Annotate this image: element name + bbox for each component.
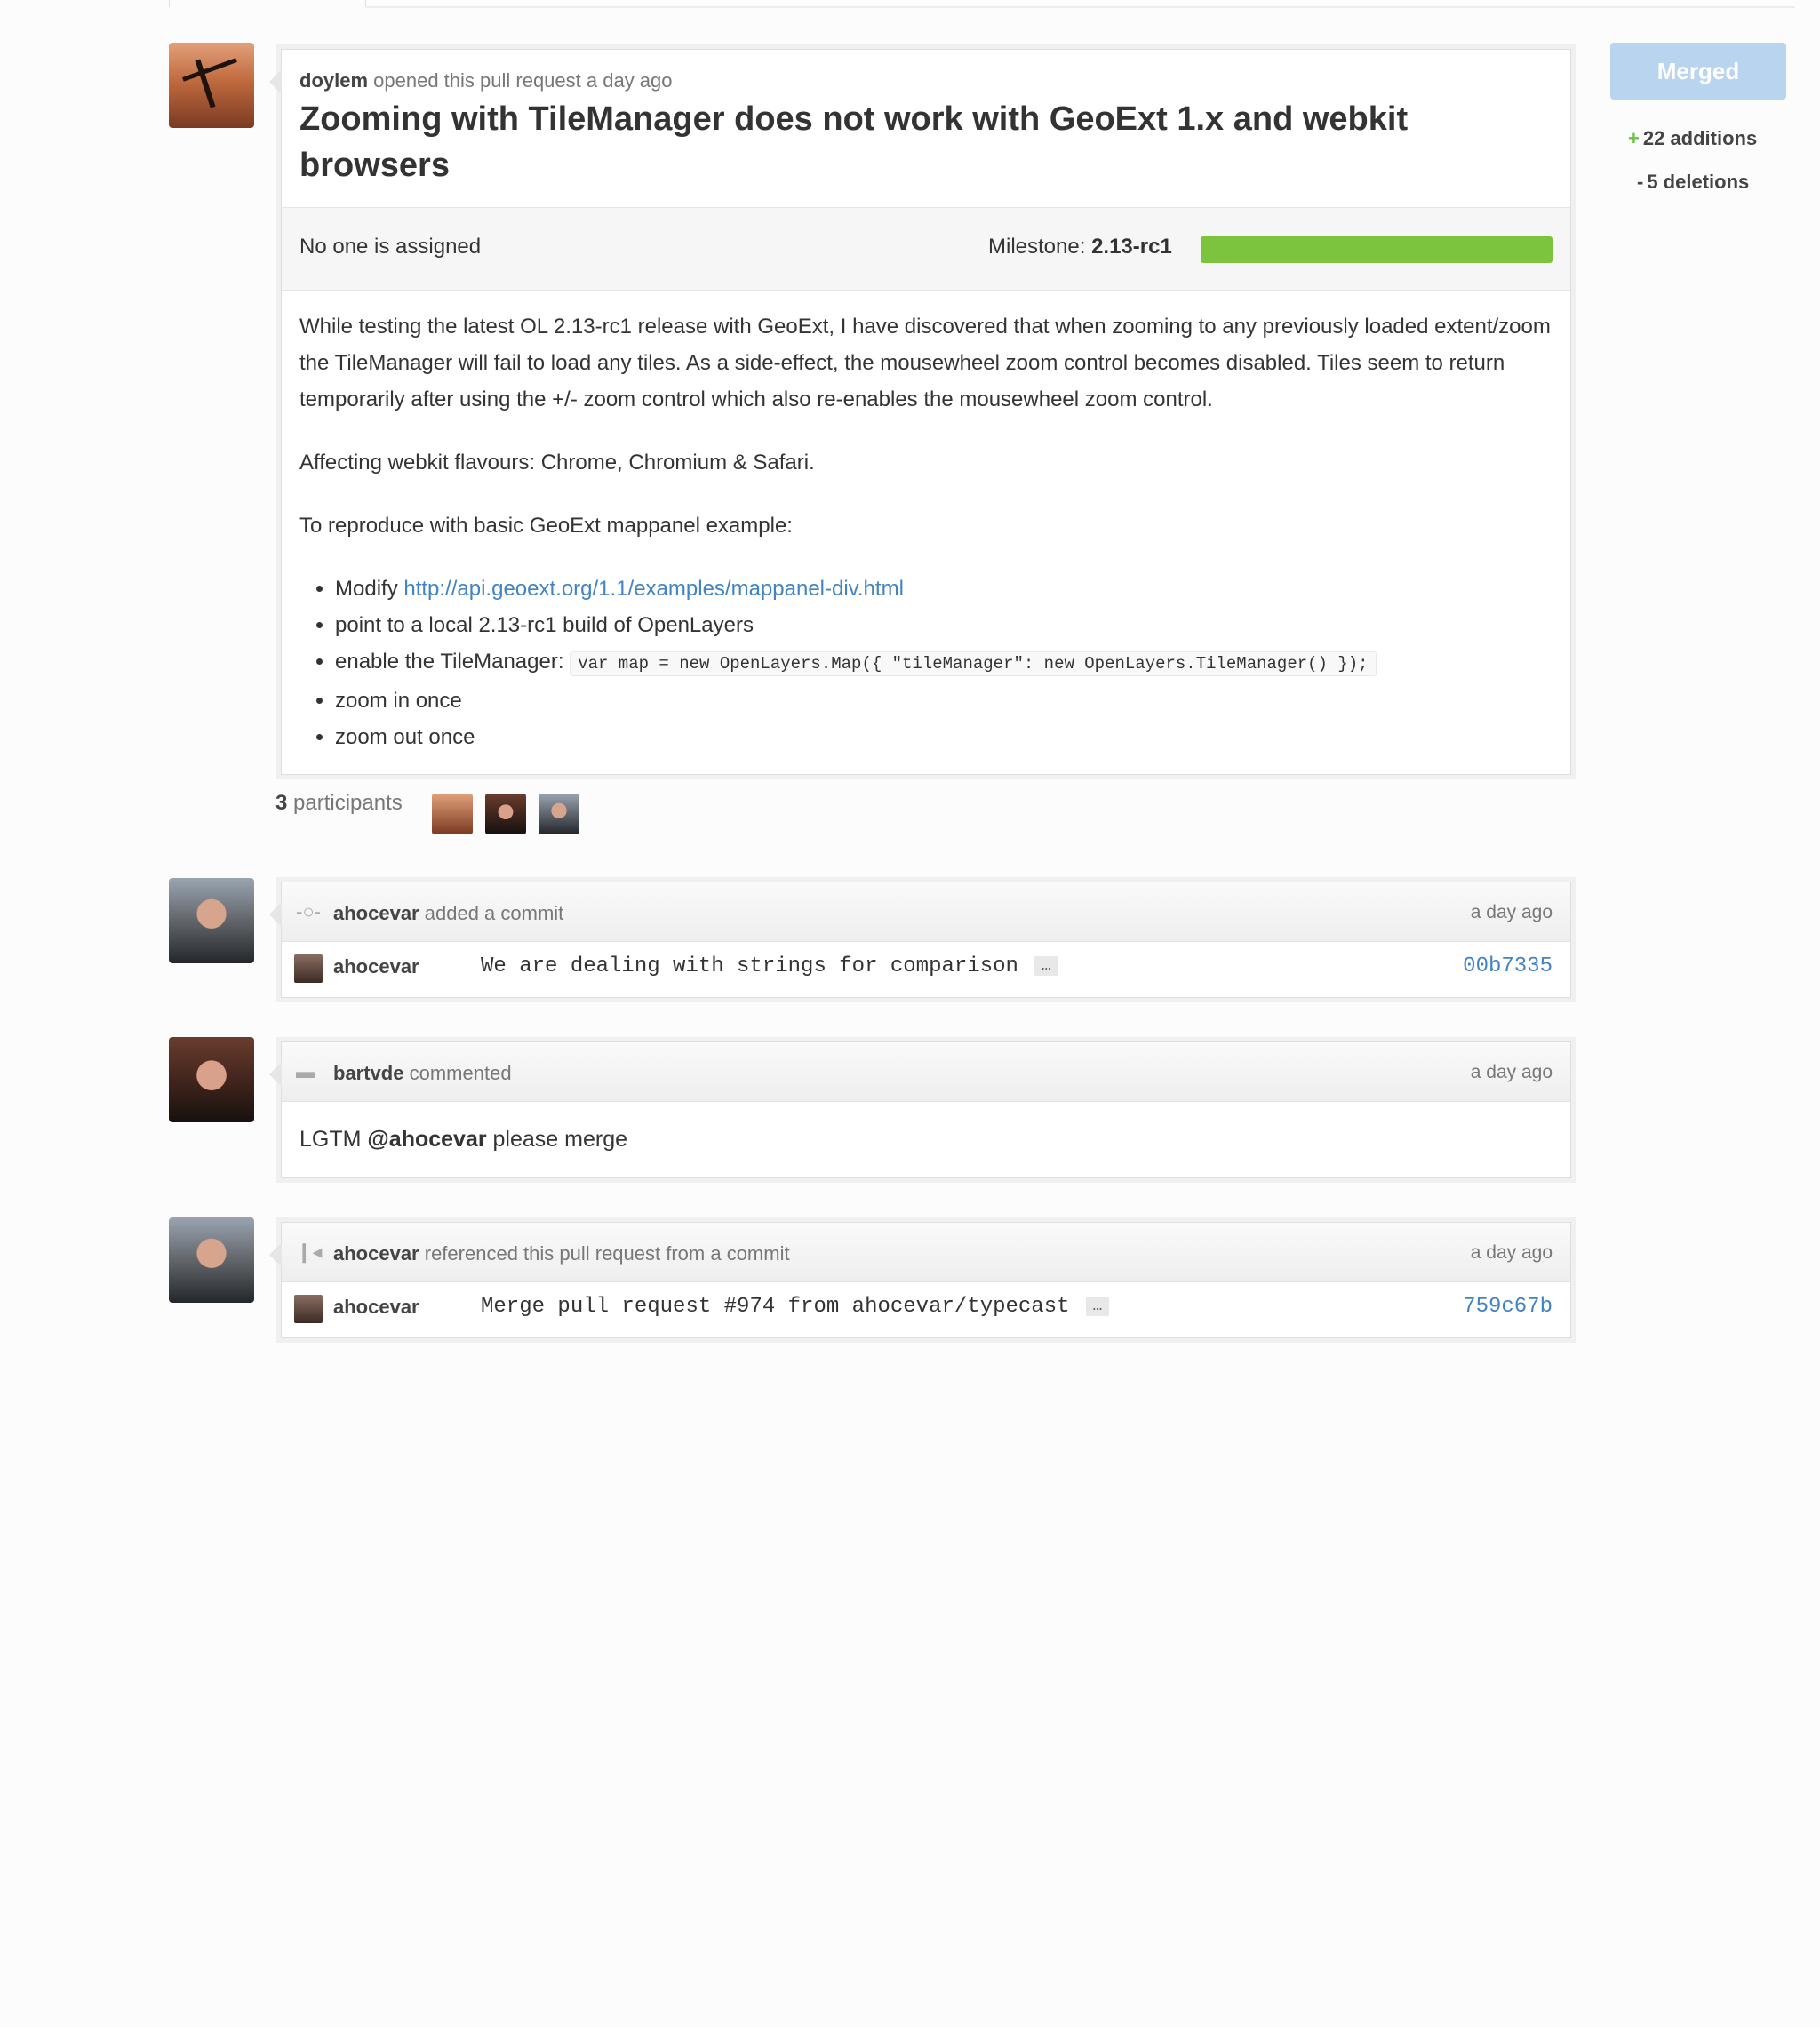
top-tab-rule xyxy=(169,0,1795,8)
milestone[interactable]: Milestone: 2.13-rc1 xyxy=(988,235,1172,259)
event-summary: ahocevar referenced this pull request fr… xyxy=(333,1242,790,1265)
pr-header: doylem opened this pull request a day ag… xyxy=(282,50,1570,208)
repro-steps-list: Modify http://api.geoext.org/1.1/example… xyxy=(299,571,1553,755)
pr-title: Zooming with TileManager does not work w… xyxy=(299,100,1409,184)
milestone-progress-fill xyxy=(1201,236,1553,263)
list-item: Modify http://api.geoext.org/1.1/example… xyxy=(335,571,1553,607)
minus-icon: - xyxy=(1637,171,1644,193)
opener-username[interactable]: doylem xyxy=(299,69,368,92)
opener-text: opened this pull request a day ago xyxy=(373,69,673,92)
user-mention[interactable]: @ahocevar xyxy=(367,1127,486,1152)
description-paragraph: Affecting webkit flavours: Chrome, Chrom… xyxy=(299,451,815,475)
participants-summary: 3 participants xyxy=(275,791,403,816)
milestone-name: 2.13-rc1 xyxy=(1091,235,1172,259)
comment-event: ▬ bartvde commented a day ago LGTM @ahoc… xyxy=(269,1041,1571,1178)
event-time[interactable]: a day ago xyxy=(1471,1242,1553,1264)
code-snippet: var map = new OpenLayers.Map({ "tileMana… xyxy=(570,651,1377,676)
reference-icon: ❙◂ xyxy=(296,1241,323,1263)
deletions-text: 5 deletions xyxy=(1647,171,1750,193)
step-text: Modify xyxy=(335,577,398,601)
commit-message[interactable]: Merge pull request #974 from ahocevar/ty… xyxy=(481,1295,1070,1319)
comment-text: please merge xyxy=(492,1127,628,1152)
speech-caret xyxy=(269,1242,282,1267)
list-item: enable the TileManager: var map = new Op… xyxy=(335,643,1553,682)
pr-description: While testing the latest OL 2.13-rc1 rel… xyxy=(282,291,1570,773)
commit-author[interactable]: ahocevar xyxy=(333,1296,419,1319)
deletions-stat: -5 deletions xyxy=(1637,171,1749,194)
description-paragraph: While testing the latest OL 2.13-rc1 rel… xyxy=(299,315,1551,411)
event-action: commented xyxy=(409,1062,512,1084)
commit-message[interactable]: We are dealing with strings for comparis… xyxy=(481,954,1018,978)
event-username[interactable]: ahocevar xyxy=(333,902,419,924)
list-item: point to a local 2.13-rc1 build of OpenL… xyxy=(335,607,1553,643)
commit-row: ahocevar We are dealing with strings for… xyxy=(282,942,1570,994)
event-summary: ahocevar added a commit xyxy=(333,902,563,925)
commit-message-wrap: We are dealing with strings for comparis… xyxy=(481,954,1058,978)
event-header: ▬ bartvde commented a day ago xyxy=(282,1042,1570,1102)
example-link[interactable]: http://api.geoext.org/1.1/examples/mappa… xyxy=(403,577,904,601)
additions-text: 22 additions xyxy=(1642,127,1758,149)
additions-stat: +22 additions xyxy=(1628,127,1757,150)
participant-avatar-doylem[interactable] xyxy=(432,794,473,834)
plus-icon: + xyxy=(1628,127,1640,149)
reference-event: ❙◂ ahocevar referenced this pull request… xyxy=(269,1222,1571,1338)
milestone-label: Milestone: xyxy=(988,235,1086,259)
event-action: added a commit xyxy=(424,902,564,924)
avatar-ahocevar[interactable] xyxy=(169,878,254,963)
milestone-progress-bar xyxy=(1201,236,1553,263)
step-text: enable the TileManager: xyxy=(335,650,564,674)
commit-author[interactable]: ahocevar xyxy=(333,955,419,978)
pr-meta-bar: No one is assigned Milestone: 2.13-rc1 xyxy=(282,208,1570,291)
description-paragraph: To reproduce with basic GeoExt mappanel … xyxy=(299,514,793,538)
speech-caret xyxy=(269,1062,282,1087)
expand-commit-button[interactable]: … xyxy=(1034,955,1058,976)
pr-opener-line: doylem opened this pull request a day ag… xyxy=(299,69,1553,92)
avatar-doylem[interactable] xyxy=(169,43,254,128)
participant-avatar-bartvde[interactable] xyxy=(485,794,526,834)
avatar-bartvde[interactable] xyxy=(169,1037,254,1122)
participants-label: participants xyxy=(293,791,403,815)
speech-caret xyxy=(269,69,282,94)
commit-sha-link[interactable]: 00b7335 xyxy=(1463,954,1553,978)
assignee-text[interactable]: No one is assigned xyxy=(299,235,481,259)
author-mini-avatar[interactable] xyxy=(294,954,323,983)
event-time[interactable]: a day ago xyxy=(1471,1062,1553,1083)
event-header: -○- ahocevar added a commit a day ago xyxy=(282,882,1570,942)
merged-status-button[interactable]: Merged xyxy=(1610,43,1786,100)
event-username[interactable]: bartvde xyxy=(333,1062,403,1084)
comment-text: LGTM xyxy=(299,1127,362,1152)
commit-sha-link[interactable]: 759c67b xyxy=(1463,1295,1553,1319)
commit-row: ahocevar Merge pull request #974 from ah… xyxy=(282,1282,1570,1334)
author-mini-avatar[interactable] xyxy=(294,1295,323,1323)
commit-event: -○- ahocevar added a commit a day ago ah… xyxy=(269,882,1571,998)
event-summary: bartvde commented xyxy=(333,1062,512,1085)
speech-caret xyxy=(269,902,282,927)
comment-body: LGTM @ahocevar please merge xyxy=(282,1102,1570,1177)
comment-icon: ▬ xyxy=(296,1060,315,1082)
commit-icon: -○- xyxy=(296,900,321,922)
expand-commit-button[interactable]: … xyxy=(1085,1296,1110,1316)
event-time[interactable]: a day ago xyxy=(1471,902,1553,923)
event-header: ❙◂ ahocevar referenced this pull request… xyxy=(282,1223,1570,1282)
divider xyxy=(366,6,1795,8)
participant-avatar-ahocevar[interactable] xyxy=(539,794,579,834)
event-action: referenced this pull request from a comm… xyxy=(424,1242,790,1265)
list-item: zoom out once xyxy=(335,719,1553,755)
commit-message-wrap: Merge pull request #974 from ahocevar/ty… xyxy=(481,1295,1110,1319)
participants-count: 3 xyxy=(275,791,288,815)
avatar-ahocevar[interactable] xyxy=(169,1217,254,1303)
avatar-arms xyxy=(182,58,237,82)
list-item: zoom in once xyxy=(335,682,1553,719)
event-username[interactable]: ahocevar xyxy=(333,1242,419,1265)
tab-edge xyxy=(169,0,366,7)
pull-request-box: doylem opened this pull request a day ag… xyxy=(269,49,1571,775)
